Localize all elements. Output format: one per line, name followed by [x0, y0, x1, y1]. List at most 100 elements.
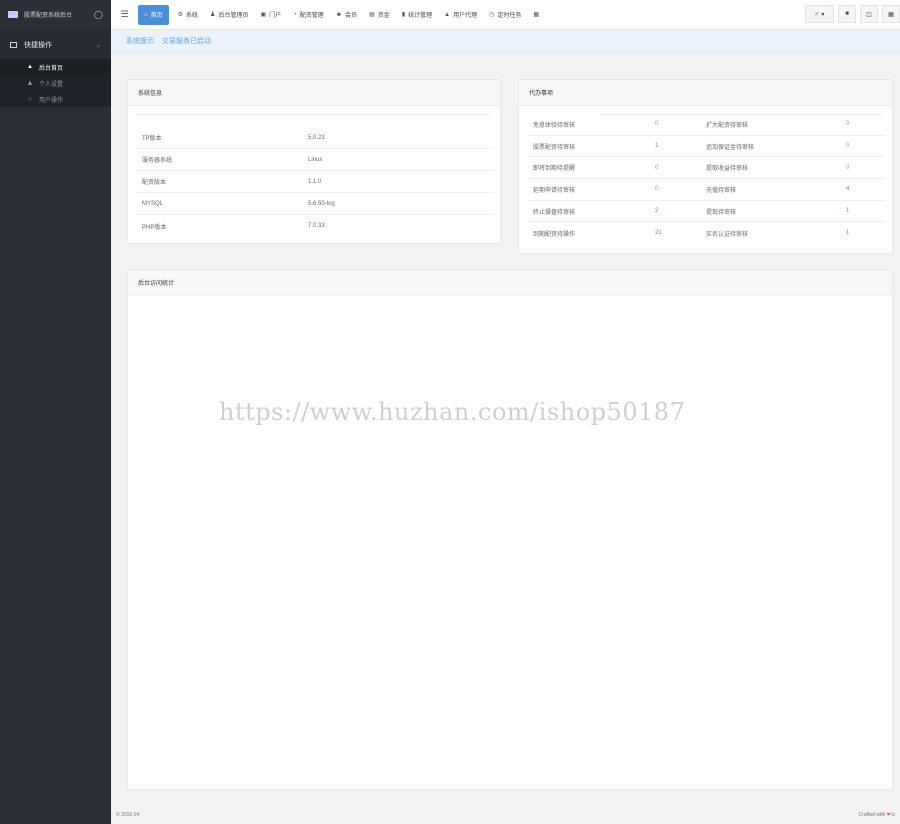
todo-label: 充值待审核: [706, 187, 737, 194]
todo-count[interactable]: 0: [655, 186, 700, 192]
gear-icon: ⚙: [177, 12, 184, 18]
nav-label: 资金: [377, 13, 390, 19]
todo-count[interactable]: 0: [846, 165, 885, 171]
todo-count[interactable]: 2: [655, 208, 700, 214]
credits: Crafted with ❤ b: [859, 812, 895, 818]
fullscreen-button[interactable]: ▦: [882, 5, 900, 23]
drop-icon[interactable]: ◯: [94, 10, 103, 19]
panel-title: 系统信息: [128, 80, 500, 106]
portal-icon: ▣: [260, 12, 267, 18]
todo-label: 实名认证待审核: [706, 231, 749, 238]
panel-title: 后台访问统计: [128, 270, 892, 296]
info-key: 服务器系统: [142, 158, 173, 164]
nav-home[interactable]: ⌂ 首页: [138, 4, 169, 25]
watermark: https://www.huzhan.com/ishop50187: [219, 398, 686, 426]
folder-icon: [10, 42, 17, 48]
todo-count[interactable]: 21: [655, 230, 700, 236]
sidebar: 股票配资系统后台 ◯ 快捷操作 ⌄ ▲ 后台首页 ♟ 个人设置 ☆ 用户操作: [0, 0, 111, 824]
table-row[interactable]: 免息体验待审核 0 扩大配资待审核 0: [527, 114, 885, 136]
todo-count[interactable]: 4: [846, 186, 885, 192]
todo-count[interactable]: 0: [846, 121, 885, 127]
todo-label: 终止操盘待审核: [533, 209, 576, 216]
grid-icon: ▦: [888, 11, 894, 18]
bar-chart-icon: ▮: [401, 12, 406, 18]
info-value: Linux: [308, 156, 323, 163]
sidebar-item-label: 个人设置: [39, 81, 64, 88]
nav-stats[interactable]: ▮ 统计管理: [396, 5, 438, 25]
brand[interactable]: 股票配资系统后台 ◯: [0, 0, 111, 30]
info-key: MYSQL: [142, 200, 164, 207]
todo-label: 到期配资待操作: [533, 231, 576, 238]
nav-label: 后台管理员: [218, 13, 249, 19]
nav-agents[interactable]: ▲ 用户代理: [438, 5, 483, 25]
table-row[interactable]: 延期申请待审核 0 充值待审核 4: [527, 179, 885, 201]
todo-count[interactable]: 1: [846, 230, 885, 236]
nav-system[interactable]: ⚙ 系统: [172, 5, 204, 25]
nav-cron[interactable]: ◷ 定时任务: [483, 5, 527, 25]
credits-text: Crafted with: [858, 812, 886, 818]
nav-admins[interactable]: ♟ 后台管理员: [204, 5, 254, 25]
info-key: TP版本: [142, 136, 162, 142]
brush-icon: ✐: [814, 11, 820, 18]
heart-icon: ❤: [886, 812, 891, 818]
sidebar-item-label: 用户操作: [39, 97, 64, 104]
table-row: 服务器系统 Linux: [136, 149, 494, 171]
sidebar-item-user-ops[interactable]: ☆ 用户操作: [0, 91, 111, 107]
brand-name: 股票配资系统后台: [24, 13, 73, 19]
todo-count[interactable]: 1: [846, 208, 885, 214]
table-row[interactable]: 终止操盘待审核 2 提现待审核 1: [527, 201, 885, 223]
external-icon: ◫: [866, 11, 872, 18]
menu-icon[interactable]: ☰: [111, 9, 138, 20]
sidebar-item-home[interactable]: ▲ 后台首页: [0, 59, 111, 75]
nav-margin[interactable]: ◔ 配资管理: [287, 5, 330, 25]
table-row: PHP版本 7.0.33: [136, 215, 494, 237]
pie-icon: ◔: [293, 11, 297, 18]
table-icon: ▦: [533, 12, 540, 18]
theme-button[interactable]: ✐ ▾: [805, 5, 834, 23]
todo-count[interactable]: 0: [655, 165, 700, 171]
sidebar-item-label: 后台首页: [39, 65, 64, 72]
notice-message: 交易服务已启动: [162, 38, 211, 45]
credits-suffix: b: [892, 812, 895, 818]
chevron-down-icon: ⌄: [95, 42, 101, 49]
todo-label: 股票配资待审核: [533, 144, 576, 151]
todo-label: 扩大配资待审核: [706, 122, 749, 129]
nav-label: 用户代理: [453, 13, 478, 19]
todo-count[interactable]: 1: [655, 143, 700, 149]
money-icon: ▤: [369, 12, 375, 18]
sitemap-icon: ▲: [444, 11, 451, 18]
user-icon: ♟: [27, 80, 33, 87]
todo-label: 免息体验待审核: [533, 122, 576, 129]
notice-bar: 系统提示 交易服务已启动: [111, 31, 900, 52]
clear-cache-button[interactable]: ■: [838, 5, 856, 23]
nav-portal[interactable]: ▣ 门户: [254, 5, 287, 25]
todo-count[interactable]: 0: [655, 121, 700, 127]
nav-label: 配资管理: [299, 13, 324, 19]
nav-table[interactable]: ▦: [527, 5, 548, 25]
info-value: 1.1.0: [308, 178, 322, 185]
nav-label: 统计管理: [408, 13, 433, 19]
open-site-button[interactable]: ◫: [860, 5, 878, 23]
stats-panel: 后台访问统计: [127, 269, 893, 790]
users-icon: ☻: [335, 11, 343, 18]
trash-icon: ■: [845, 11, 849, 17]
todo-count[interactable]: 0: [846, 143, 885, 149]
system-info-table: TP版本 5.0.23 服务器系统 Linux 配资版本 1.1.0 MYSQL 5.6…: [136, 127, 494, 237]
nav-funds[interactable]: ▤ 资金: [363, 5, 396, 25]
star-icon: ☆: [27, 96, 33, 103]
user-icon: ♟: [210, 12, 216, 18]
sidebar-group-quick[interactable]: 快捷操作 ⌄: [0, 31, 111, 59]
nav-label: 定时任务: [497, 13, 522, 19]
nav-label: 门户: [269, 13, 282, 19]
nav-members[interactable]: ☻ 会员: [330, 5, 363, 25]
info-value: 5.6.50-log: [308, 200, 335, 207]
info-value: 7.0.33: [308, 223, 325, 229]
top-navbar: ☰ ⌂ 首页 ⚙ 系统 ♟ 后台管理员 ▣ 门户 ◔ 配资管理 ☻ 会员 ▤ 资金 ▮ 统计管理…: [111, 0, 900, 30]
table-row[interactable]: 股票配资待审核 1 追加保证金待审核 0: [527, 136, 885, 158]
panel-title: 代办事项: [519, 80, 892, 106]
logo-icon: [8, 11, 18, 18]
table-row[interactable]: 到期配资待操作 21 实名认证待审核 1: [527, 222, 885, 244]
sidebar-item-profile[interactable]: ♟ 个人设置: [0, 75, 111, 91]
table-row[interactable]: 即将到期待提醒 0 提取收益待审核 0: [527, 157, 885, 180]
footer: © 2015-24 Crafted with ❤ b: [111, 806, 900, 824]
